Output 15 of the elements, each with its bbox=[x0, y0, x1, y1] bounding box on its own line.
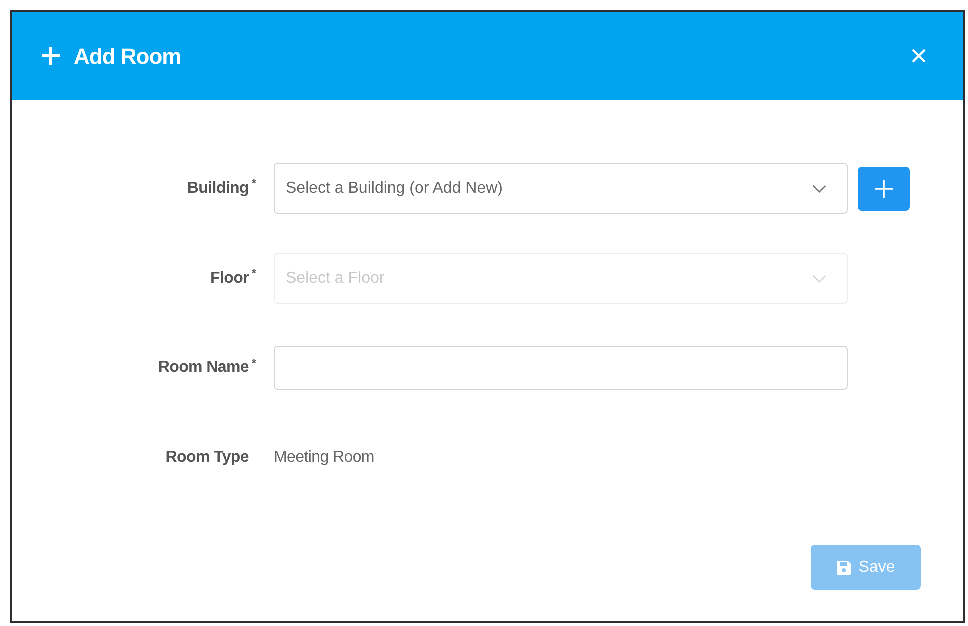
field-value: Meeting Room bbox=[274, 448, 374, 468]
chevron-down-icon bbox=[812, 274, 827, 282]
field-label: Room Type bbox=[164, 448, 250, 468]
chevron-down-icon bbox=[812, 184, 827, 192]
plus-icon bbox=[875, 180, 893, 198]
select-field[interactable]: Select a Building (or Add New) bbox=[274, 163, 848, 214]
field-label: Room Name $^{*}$ bbox=[157, 356, 256, 378]
field-label: Building $^{*}$ bbox=[186, 177, 256, 198]
close-icon bbox=[912, 49, 926, 63]
field-label: Floor $^{*}$ bbox=[210, 267, 256, 288]
dialog-title: Add Room bbox=[74, 42, 182, 70]
add-building-button[interactable] bbox=[858, 166, 910, 210]
save-icon bbox=[836, 560, 851, 574]
plus-icon bbox=[42, 47, 60, 65]
text-field[interactable] bbox=[274, 346, 848, 390]
